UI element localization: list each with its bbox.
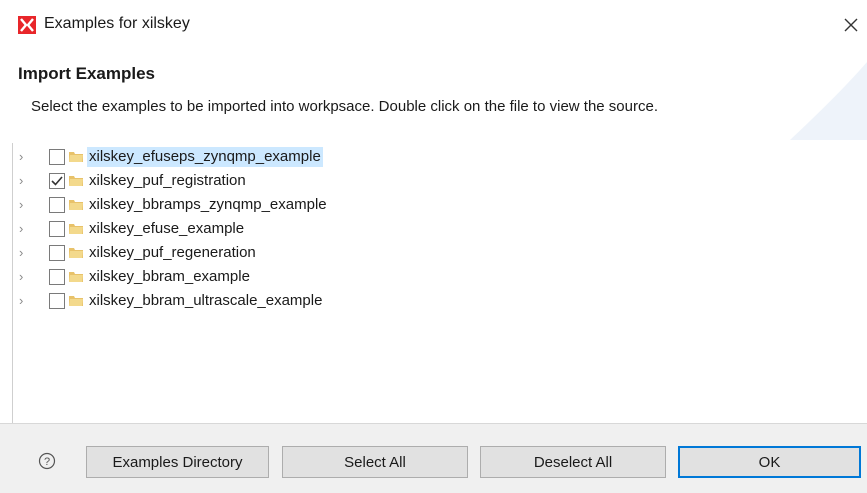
tree-item[interactable]: › xilskey_efuseps_zynqmp_example (13, 145, 613, 169)
svg-text:?: ? (44, 456, 50, 468)
ok-button[interactable]: OK (678, 446, 861, 478)
window-title: Examples for xilskey (44, 15, 190, 32)
tree-item-label: xilskey_bbramps_zynqmp_example (89, 196, 327, 213)
tree-item-label: xilskey_puf_regeneration (89, 244, 256, 261)
chevron-right-icon[interactable]: › (19, 221, 31, 237)
item-checkbox[interactable] (49, 149, 65, 165)
tree-item[interactable]: › xilskey_bbramps_zynqmp_example (13, 193, 613, 217)
folder-icon (69, 176, 83, 186)
xilinx-logo-icon (18, 16, 36, 34)
select-all-button[interactable]: Select All (282, 446, 468, 478)
item-checkbox[interactable] (49, 293, 65, 309)
folder-icon (69, 152, 83, 162)
folder-icon (69, 296, 83, 306)
dialog-description: Select the examples to be imported into … (31, 98, 658, 115)
close-icon[interactable] (838, 12, 864, 38)
item-checkbox[interactable] (49, 221, 65, 237)
folder-icon (69, 272, 83, 282)
tree-item-label: xilskey_bbram_ultrascale_example (89, 292, 323, 309)
chevron-right-icon[interactable]: › (19, 245, 31, 261)
title-bar: Examples for xilskey (0, 0, 867, 52)
tree-item[interactable]: › xilskey_bbram_ultrascale_example (13, 289, 613, 313)
dialog-heading: Import Examples (18, 64, 155, 83)
tree-item[interactable]: › xilskey_bbram_example (13, 265, 613, 289)
tree-item[interactable]: › xilskey_puf_regeneration (13, 241, 613, 265)
tree-item[interactable]: › xilskey_puf_registration (13, 169, 613, 193)
chevron-right-icon[interactable]: › (19, 293, 31, 309)
checkmark-icon (51, 176, 63, 186)
folder-icon (69, 248, 83, 258)
chevron-right-icon[interactable]: › (19, 173, 31, 189)
tree-item[interactable]: › xilskey_efuse_example (13, 217, 613, 241)
examples-tree: › xilskey_efuseps_zynqmp_example › xilsk… (12, 143, 867, 423)
dialog-footer: ? Examples Directory Select All Deselect… (0, 423, 867, 493)
tree-item-label: xilskey_efuse_example (89, 220, 245, 237)
item-checkbox[interactable] (49, 269, 65, 285)
folder-icon (69, 200, 83, 210)
tree-item-label: xilskey_bbram_example (89, 268, 250, 285)
chevron-right-icon[interactable]: › (19, 149, 31, 165)
dialog-header: Import Examples Select the examples to b… (0, 52, 867, 140)
chevron-right-icon[interactable]: › (19, 269, 31, 285)
examples-directory-button[interactable]: Examples Directory (86, 446, 269, 478)
tree-item-label: xilskey_puf_registration (89, 172, 246, 189)
item-checkbox[interactable] (49, 245, 65, 261)
chevron-right-icon[interactable]: › (19, 197, 31, 213)
help-icon[interactable]: ? (38, 452, 56, 470)
deselect-all-button[interactable]: Deselect All (480, 446, 666, 478)
item-checkbox[interactable] (49, 197, 65, 213)
folder-icon (69, 224, 83, 234)
item-checkbox[interactable] (49, 173, 65, 189)
tree-item-label: xilskey_efuseps_zynqmp_example (87, 147, 323, 167)
